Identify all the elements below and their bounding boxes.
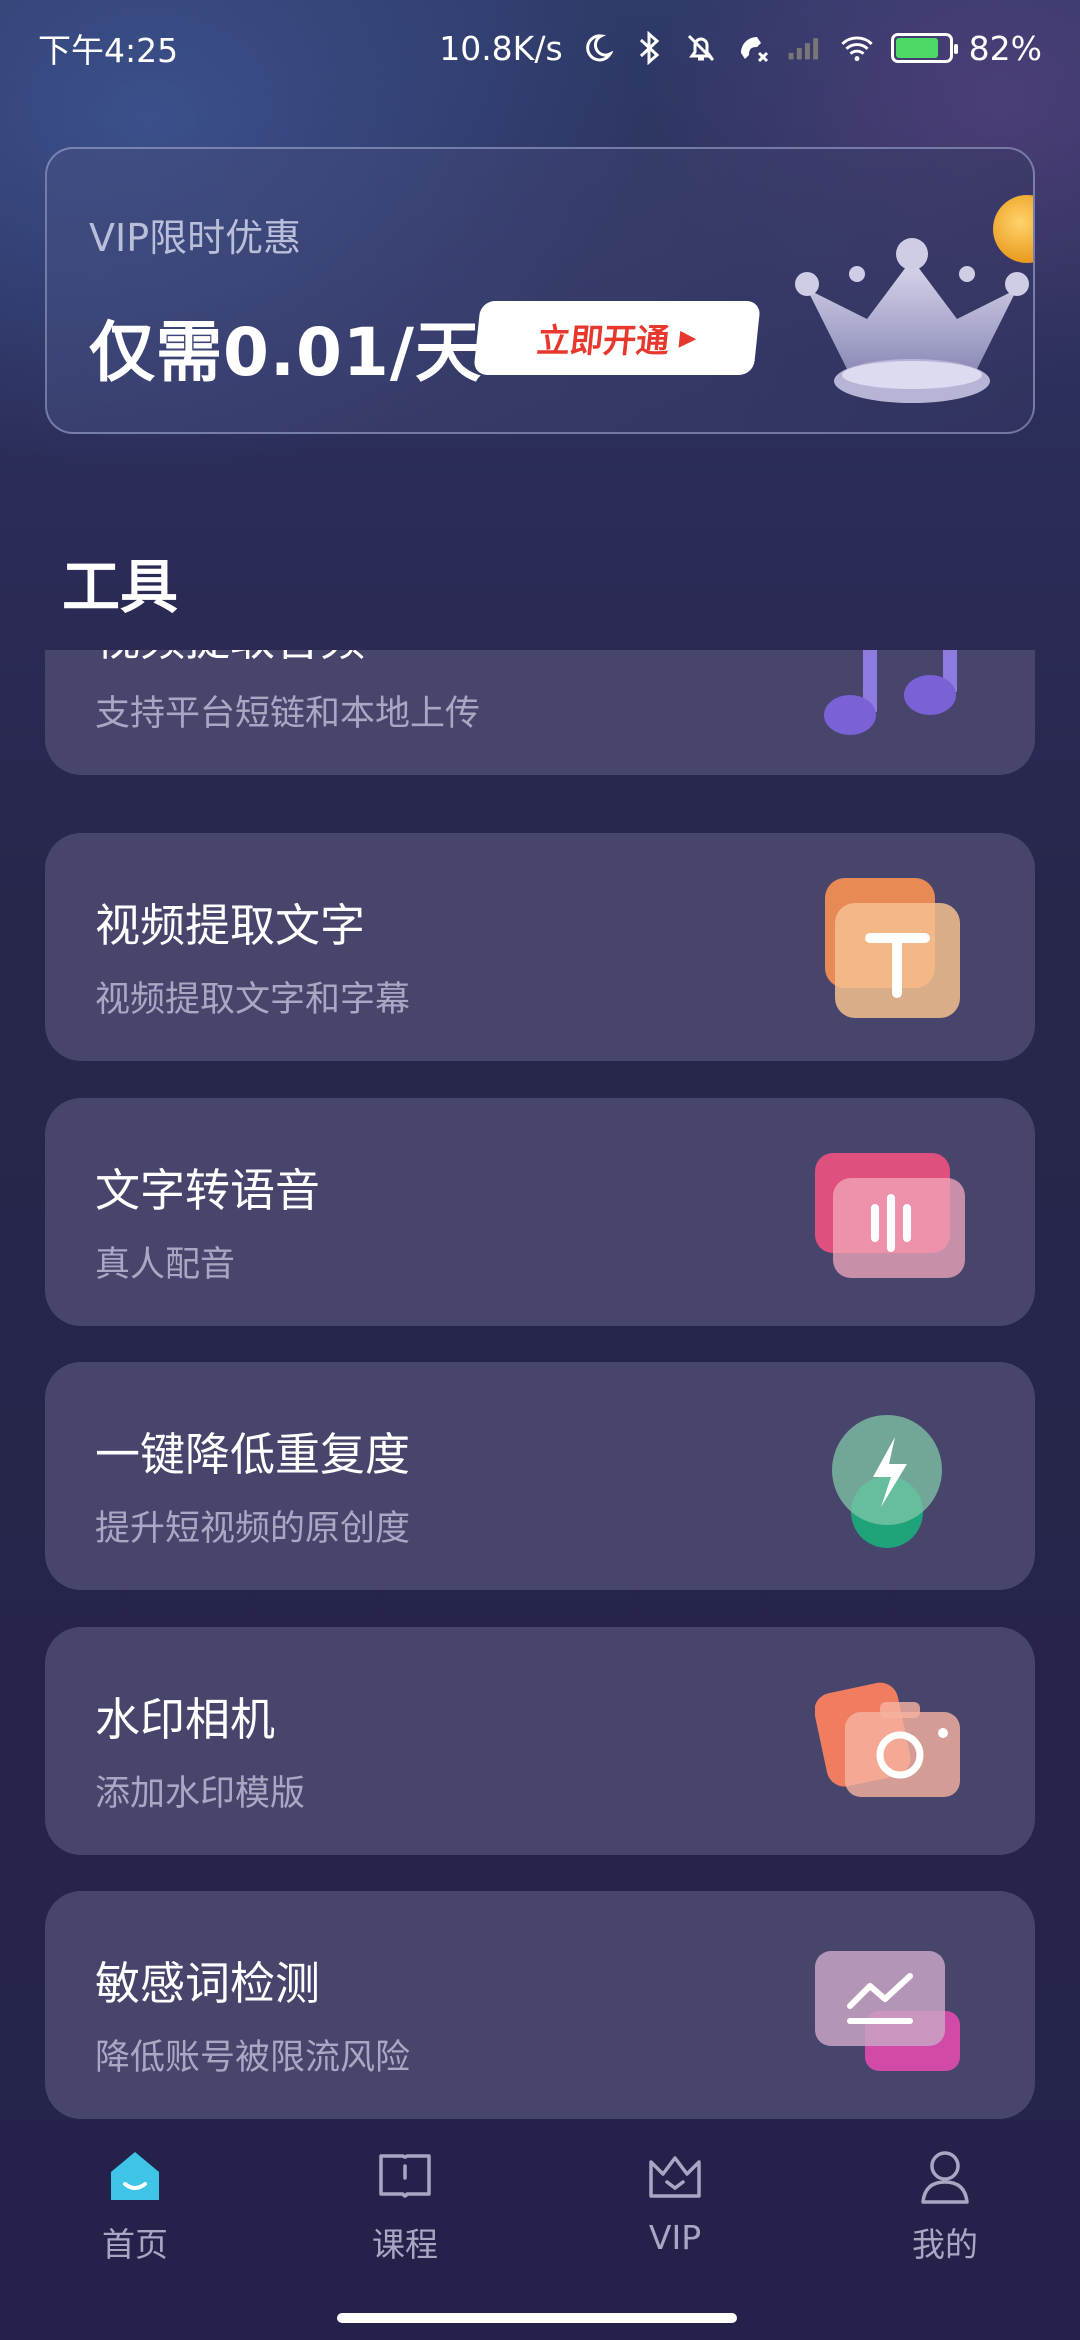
tool-card-extract-audio[interactable]: 视频提取音频 支持平台短链和本地上传 [45,650,1035,775]
music-note-icon [824,650,957,735]
battery-percent: 82% [968,28,1042,68]
book-icon [379,2154,431,2198]
text-t-icon [825,878,960,1018]
tool-title: 水印相机 [95,1693,276,1746]
nav-label-mine: 我的 [912,2225,978,2264]
lightning-icon [832,1415,942,1548]
nav-label-home: 首页 [102,2225,168,2264]
tools-section-title: 工具 [62,553,179,621]
tool-title: 视频提取音频 [95,650,365,668]
tool-subtitle: 支持平台短链和本地上传 [95,694,481,734]
trend-chart-icon [815,1951,960,2071]
nav-tab-mine[interactable]: 我的 [845,2138,1045,2288]
tool-subtitle: 添加水印模版 [95,1774,306,1814]
tool-card-reduce-duplication[interactable]: 一键降低重复度 提升短视频的原创度 [45,1362,1035,1590]
bottom-nav: 首页 课程 VIP 我的 [0,2120,1080,2340]
bluetooth-icon [631,30,667,66]
vip-promo-price: 仅需0.01/天 [89,314,482,391]
call-missed-icon [735,30,771,66]
moon-icon [579,30,615,66]
tool-subtitle: 降低账号被限流风险 [95,2038,411,2078]
activate-vip-label: 立即开通 [535,321,672,360]
status-bar: 下午4:25 10.8K/s 82% [0,0,1080,96]
wifi-icon [839,30,875,66]
voice-wave-icon [815,1153,965,1278]
crown-icon [795,195,1033,403]
status-time: 下午4:25 [38,31,179,70]
tools-list[interactable]: 视频提取音频 支持平台短链和本地上传 视频提取文字 视频提取文字和字幕 文字转语… [0,650,1080,2120]
battery-fill [895,38,939,58]
battery-icon [890,33,958,63]
signal-icon [787,30,823,66]
camera-icon [815,1682,960,1797]
nav-tab-home[interactable]: 首页 [35,2138,235,2288]
tool-card-sensitive-word-check[interactable]: 敏感词检测 降低账号被限流风险 [45,1891,1035,2119]
tool-title: 敏感词检测 [95,1957,321,2010]
vip-promo-title: VIP限时优惠 [89,216,302,260]
tool-title: 一键降低重复度 [95,1428,411,1481]
person-icon [921,2151,969,2204]
home-indicator[interactable] [337,2313,737,2323]
tool-title: 文字转语音 [95,1164,321,1217]
vip-promo-banner[interactable]: VIP限时优惠 仅需0.01/天 立即开通 ▶ [45,147,1035,434]
tool-subtitle: 视频提取文字和字幕 [95,980,411,1020]
tool-card-watermark-camera[interactable]: 水印相机 添加水印模版 [45,1627,1035,1855]
bell-off-icon [683,30,719,66]
tool-subtitle: 真人配音 [95,1245,236,1285]
app-screen: 下午4:25 10.8K/s 82% VIP限时优惠 仅需0.01/天 立即开通… [0,0,1080,2340]
network-speed: 10.8K/s [439,28,563,68]
tool-subtitle: 提升短视频的原创度 [95,1509,411,1549]
tool-card-text-to-speech[interactable]: 文字转语音 真人配音 [45,1098,1035,1326]
nav-tab-vip[interactable]: VIP [575,2138,775,2288]
vip-crown-icon [649,2156,701,2198]
tool-card-extract-text[interactable]: 视频提取文字 视频提取文字和字幕 [45,833,1035,1061]
tool-title: 视频提取文字 [95,899,366,952]
activate-vip-button[interactable]: 立即开通 ▶ [473,301,761,375]
nav-tab-courses[interactable]: 课程 [305,2138,505,2288]
nav-label-vip: VIP [648,2218,702,2257]
triangle-right-icon: ▶ [678,325,698,351]
status-icons: 10.8K/s 82% [439,29,1042,68]
nav-label-courses: 课程 [372,2225,438,2264]
home-icon [111,2152,159,2200]
